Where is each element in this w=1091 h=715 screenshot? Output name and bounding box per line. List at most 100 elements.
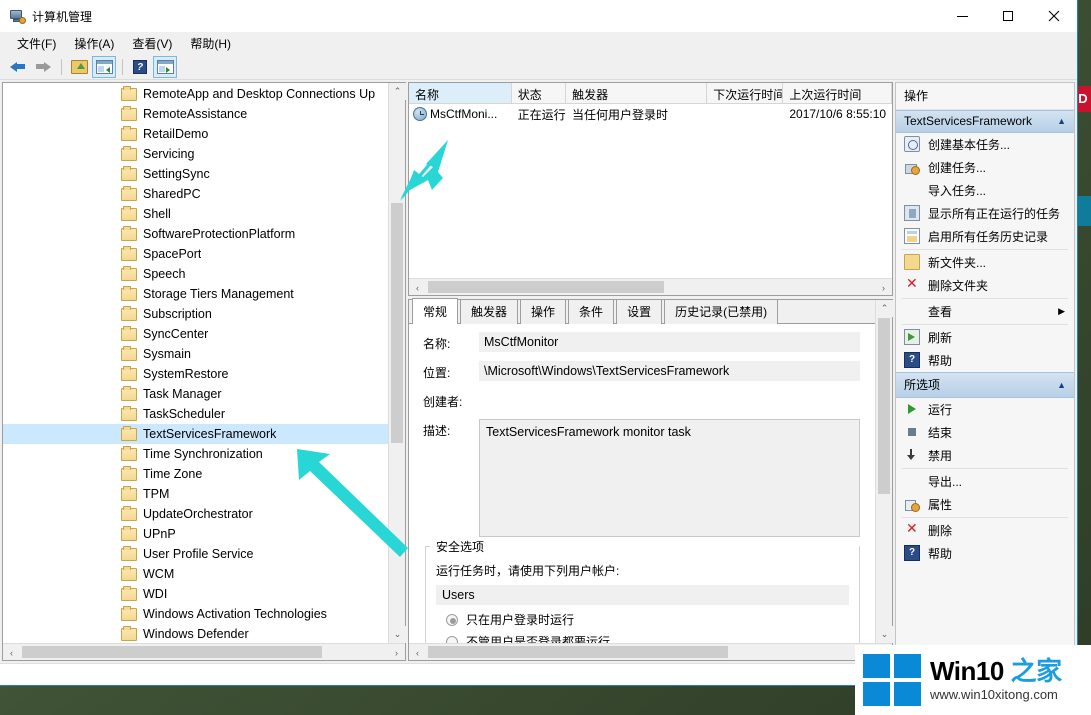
actions-group-header-selected[interactable]: 所选项 ▲ bbox=[896, 372, 1074, 398]
action-view[interactable]: 查看 ▶ bbox=[896, 300, 1074, 323]
menu-file[interactable]: 文件(F) bbox=[8, 33, 65, 54]
action-run[interactable]: 运行 bbox=[896, 398, 1074, 421]
task-column-header[interactable]: 状态 bbox=[511, 83, 567, 104]
action-delete[interactable]: 删除 bbox=[896, 519, 1074, 542]
maximize-button[interactable] bbox=[985, 0, 1031, 32]
tree-scroll-left-button[interactable]: ‹ bbox=[3, 644, 20, 661]
tree-item-label: Sysmain bbox=[143, 347, 191, 361]
tree-item[interactable]: RemoteAssistance bbox=[3, 104, 405, 124]
tree-item[interactable]: Task Manager bbox=[3, 384, 405, 404]
tree-item[interactable]: TaskScheduler bbox=[3, 404, 405, 424]
detail-scroll-left-button[interactable]: ‹ bbox=[409, 644, 426, 661]
detail-hscroll-thumb[interactable] bbox=[428, 646, 728, 658]
tree-item[interactable]: Windows Activation Technologies bbox=[3, 604, 405, 624]
detail-scroll-up-button[interactable]: ⌃ bbox=[876, 300, 893, 317]
tree-item[interactable]: Storage Tiers Management bbox=[3, 284, 405, 304]
action-enable-task-history[interactable]: 启用所有任务历史记录 bbox=[896, 225, 1074, 248]
task-column-header[interactable]: 下次运行时间 bbox=[707, 83, 784, 104]
show-console-tree-button[interactable] bbox=[92, 55, 116, 78]
tree-item[interactable]: UpdateOrchestrator bbox=[3, 504, 405, 524]
tree-scroll-up-button[interactable]: ⌃ bbox=[389, 83, 406, 100]
detail-vertical-scrollbar[interactable]: ⌃ ⌄ bbox=[875, 300, 893, 643]
action-show-running-tasks[interactable]: 显示所有正在运行的任务 bbox=[896, 202, 1074, 225]
tree-horizontal-scrollbar[interactable]: ‹ › bbox=[3, 643, 405, 660]
tree-item[interactable]: SystemRestore bbox=[3, 364, 405, 384]
menu-view[interactable]: 查看(V) bbox=[123, 33, 181, 54]
task-row[interactable]: MsCtfMoni... 正在运行 当任何用户登录时 2017/10/6 8:55:1… bbox=[409, 104, 892, 124]
help-button[interactable]: ? bbox=[128, 56, 152, 78]
field-author-value[interactable] bbox=[479, 390, 860, 410]
detail-tab[interactable]: 设置 bbox=[616, 299, 663, 324]
show-action-pane-button[interactable] bbox=[153, 55, 177, 78]
detail-tab[interactable]: 触发器 bbox=[460, 299, 519, 324]
action-properties[interactable]: 属性 bbox=[896, 493, 1074, 516]
detail-tab[interactable]: 操作 bbox=[520, 299, 567, 324]
action-export[interactable]: 导出... bbox=[896, 470, 1074, 493]
tasklist-hscroll-thumb[interactable] bbox=[428, 281, 664, 293]
tree-item[interactable]: WDI bbox=[3, 584, 405, 604]
detail-horizontal-scrollbar[interactable]: ‹ › bbox=[409, 643, 892, 660]
action-end[interactable]: 结束 bbox=[896, 421, 1074, 444]
tree-item[interactable]: RemoteApp and Desktop Connections Up bbox=[3, 84, 405, 104]
tree-scroll-down-button[interactable]: ⌄ bbox=[389, 626, 406, 643]
tree-scroll-right-button[interactable]: › bbox=[388, 644, 405, 661]
task-column-header[interactable]: 上次运行时间 bbox=[783, 83, 892, 104]
tree-item[interactable]: TPM bbox=[3, 484, 405, 504]
forward-button[interactable] bbox=[31, 56, 55, 78]
tree-item[interactable]: Subscription bbox=[3, 304, 405, 324]
action-disable[interactable]: 禁用 bbox=[896, 444, 1074, 467]
tree-item[interactable]: UPnP bbox=[3, 524, 405, 544]
menu-action[interactable]: 操作(A) bbox=[65, 33, 123, 54]
action-import-task[interactable]: 导入任务... bbox=[896, 179, 1074, 202]
tasklist-scroll-left-button[interactable]: ‹ bbox=[409, 279, 426, 296]
action-create-basic-task[interactable]: 创建基本任务... bbox=[896, 133, 1074, 156]
task-column-header[interactable]: 名称 bbox=[409, 83, 512, 104]
tree-item[interactable]: User Profile Service bbox=[3, 544, 405, 564]
action-delete-folder[interactable]: 删除文件夹 bbox=[896, 274, 1074, 297]
task-list-horizontal-scrollbar[interactable]: ‹ › bbox=[409, 278, 892, 295]
task-column-header[interactable]: 触发器 bbox=[566, 83, 708, 104]
action-help-selected[interactable]: ? 帮助 bbox=[896, 542, 1074, 565]
tree-item[interactable]: Shell bbox=[3, 204, 405, 224]
tree-item[interactable]: TextServicesFramework bbox=[3, 424, 405, 444]
up-one-level-button[interactable] bbox=[67, 56, 91, 78]
detail-scroll-down-button[interactable]: ⌄ bbox=[876, 626, 893, 643]
tree-item[interactable]: SoftwareProtectionPlatform bbox=[3, 224, 405, 244]
action-refresh[interactable]: 刷新 bbox=[896, 326, 1074, 349]
tree-vertical-scrollbar[interactable]: ⌃ ⌄ bbox=[388, 83, 406, 643]
minimize-button[interactable] bbox=[939, 0, 985, 32]
action-help[interactable]: ? 帮助 bbox=[896, 349, 1074, 372]
tree-item[interactable]: Sysmain bbox=[3, 344, 405, 364]
tree-item[interactable]: SyncCenter bbox=[3, 324, 405, 344]
tree-item[interactable]: SettingSync bbox=[3, 164, 405, 184]
tree-item[interactable]: SpacePort bbox=[3, 244, 405, 264]
tree-item[interactable]: WCM bbox=[3, 564, 405, 584]
radio-run-only-when-logged-on[interactable]: 只在用户登录时运行 bbox=[446, 611, 849, 628]
back-button[interactable] bbox=[6, 56, 30, 78]
actions-group-header-folder[interactable]: TextServicesFramework ▲ bbox=[896, 110, 1074, 133]
tree-item[interactable]: Time Synchronization bbox=[3, 444, 405, 464]
tree-item[interactable]: RetailDemo bbox=[3, 124, 405, 144]
tree-item[interactable]: Speech bbox=[3, 264, 405, 284]
detail-tab[interactable]: 条件 bbox=[568, 299, 615, 324]
tree-hscroll-thumb[interactable] bbox=[22, 646, 322, 658]
security-account-value[interactable]: Users bbox=[436, 585, 849, 605]
tree-vscroll-thumb[interactable] bbox=[391, 203, 403, 443]
detail-vscroll-thumb[interactable] bbox=[878, 318, 890, 494]
tasklist-scroll-right-button[interactable]: › bbox=[875, 279, 892, 296]
tree-item[interactable]: Servicing bbox=[3, 144, 405, 164]
field-description-label: 描述: bbox=[423, 424, 451, 438]
field-name-value[interactable]: MsCtfMonitor bbox=[479, 332, 860, 352]
action-new-folder[interactable]: 新文件夹... bbox=[896, 251, 1074, 274]
tree-item[interactable]: Time Zone bbox=[3, 464, 405, 484]
detail-tab[interactable]: 历史记录(已禁用) bbox=[664, 299, 779, 324]
tree-item[interactable]: Windows Defender bbox=[3, 624, 405, 643]
field-location-value[interactable]: \Microsoft\Windows\TextServicesFramework bbox=[479, 361, 860, 381]
action-create-task[interactable]: 创建任务... bbox=[896, 156, 1074, 179]
tree-item[interactable]: SharedPC bbox=[3, 184, 405, 204]
detail-tab[interactable]: 常规 bbox=[412, 298, 459, 324]
menu-help[interactable]: 帮助(H) bbox=[181, 33, 240, 54]
security-options-group: 安全选项 运行任务时，请使用下列用户帐户: Users 只在用户登录时运行 不管… bbox=[425, 538, 860, 657]
field-description-value[interactable]: TextServicesFramework monitor task bbox=[479, 419, 860, 537]
close-button[interactable] bbox=[1031, 0, 1077, 32]
